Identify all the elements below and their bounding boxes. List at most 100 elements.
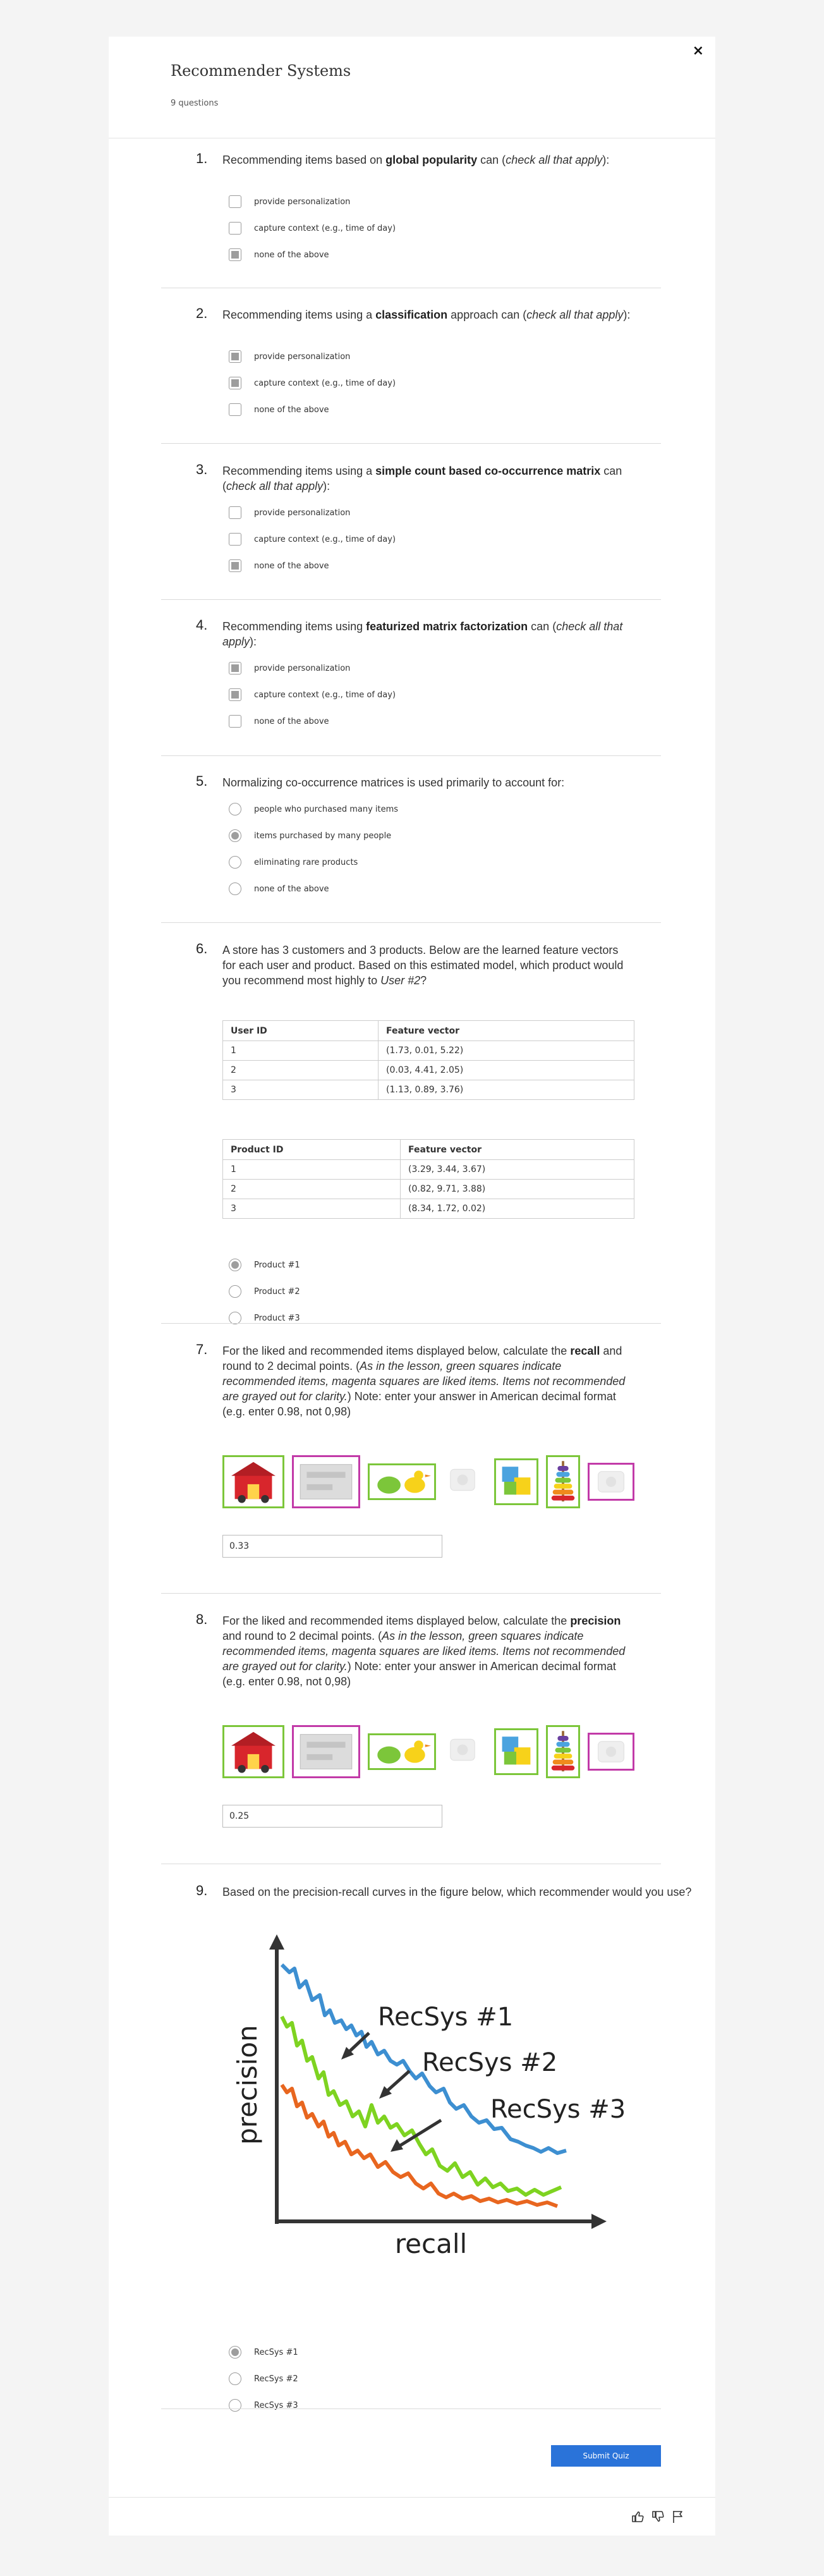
checkbox[interactable] bbox=[229, 506, 241, 519]
question-text: For the liked and recommended items disp… bbox=[222, 1615, 626, 1688]
barn-toy-image bbox=[231, 1731, 276, 1773]
radio-button[interactable] bbox=[229, 2399, 241, 2412]
option-product-2[interactable]: Product #2 bbox=[229, 1283, 300, 1300]
option-recsys-1[interactable]: RecSys #1 bbox=[229, 2344, 298, 2360]
option-provide-personalization[interactable]: provide personalization bbox=[229, 660, 350, 676]
question-divider bbox=[161, 755, 661, 756]
item-thumbnail-blocks-toy bbox=[494, 1728, 538, 1775]
question-number: 8. bbox=[196, 1611, 208, 1627]
radio-button[interactable] bbox=[229, 829, 241, 842]
radio-button[interactable] bbox=[229, 1285, 241, 1298]
recall-answer-input[interactable] bbox=[222, 1535, 442, 1558]
option-recsys-3[interactable]: RecSys #3 bbox=[229, 2397, 298, 2414]
option-none-of-the-above[interactable]: none of the above bbox=[229, 401, 329, 418]
recsys-2-label: RecSys #2 bbox=[422, 2048, 557, 2077]
question-divider bbox=[161, 922, 661, 923]
thumbs-up-icon[interactable] bbox=[631, 2510, 645, 2524]
checkbox[interactable] bbox=[229, 688, 241, 701]
option-none-of-the-above[interactable]: none of the above bbox=[229, 881, 329, 897]
option-none-of-the-above[interactable]: none of the above bbox=[229, 558, 329, 574]
option-capture-context[interactable]: capture context (e.g., time of day) bbox=[229, 531, 396, 547]
checkbox[interactable] bbox=[229, 377, 241, 389]
question-count: 9 questions bbox=[171, 99, 219, 108]
checkbox[interactable] bbox=[229, 559, 241, 572]
item-thumbnail-faded-item bbox=[442, 1732, 487, 1771]
quiz-card: × Recommender Systems 9 questions 1. Rec… bbox=[109, 37, 715, 2536]
x-axis-label: recall bbox=[395, 2228, 467, 2259]
option-items-purchased-by-many-people[interactable]: items purchased by many people bbox=[229, 827, 391, 844]
radio-button[interactable] bbox=[229, 2346, 241, 2359]
thumbs-down-icon[interactable] bbox=[651, 2510, 665, 2524]
radio-button[interactable] bbox=[229, 1259, 241, 1271]
precision-answer-input[interactable] bbox=[222, 1805, 442, 1828]
radio-button[interactable] bbox=[229, 803, 241, 815]
barn-toy-image bbox=[231, 1462, 276, 1503]
radio-button[interactable] bbox=[229, 2372, 241, 2385]
checkbox[interactable] bbox=[229, 248, 241, 261]
option-product-3[interactable]: Product #3 bbox=[229, 1310, 300, 1326]
item-thumbnail-duck-toy bbox=[368, 1733, 436, 1770]
question-number: 9. bbox=[196, 1883, 208, 1898]
faded-item-image bbox=[598, 1741, 624, 1762]
recsys-3-label: RecSys #3 bbox=[490, 2095, 626, 2124]
option-recsys-2[interactable]: RecSys #2 bbox=[229, 2371, 298, 2387]
product-feature-table: Product ID Feature vector 1 (3.29, 3.44, 3… bbox=[222, 1139, 634, 1219]
question-text: A store has 3 customers and 3 products. … bbox=[222, 944, 624, 987]
checkbox[interactable] bbox=[229, 403, 241, 416]
item-thumbnail-ring-stacker-toy bbox=[546, 1725, 580, 1778]
question-divider bbox=[161, 599, 661, 600]
question-number: 6. bbox=[196, 941, 208, 956]
table-row: 1 (3.29, 3.44, 3.67) bbox=[222, 1159, 634, 1180]
radio-button[interactable] bbox=[229, 882, 241, 895]
checkbox[interactable] bbox=[229, 662, 241, 675]
table-row: 3 (1.13, 0.89, 3.76) bbox=[222, 1080, 634, 1100]
checkbox[interactable] bbox=[229, 350, 241, 363]
option-capture-context[interactable]: capture context (e.g., time of day) bbox=[229, 687, 396, 703]
checkbox[interactable] bbox=[229, 533, 241, 546]
option-none-of-the-above[interactable]: none of the above bbox=[229, 713, 329, 729]
item-thumbnail-barn-toy bbox=[222, 1455, 284, 1508]
y-axis-arrow bbox=[269, 1934, 284, 1950]
checkbox[interactable] bbox=[229, 715, 241, 728]
question-divider bbox=[161, 443, 661, 444]
question-text: Recommending items using featurized matr… bbox=[222, 620, 623, 648]
question-number: 3. bbox=[196, 461, 208, 477]
option-people-who-purchased-many-items[interactable]: people who purchased many items bbox=[229, 801, 398, 817]
ring-stacker-toy-image bbox=[551, 1461, 575, 1502]
option-capture-context[interactable]: capture context (e.g., time of day) bbox=[229, 220, 396, 236]
question-text: Recommending items using a classificatio… bbox=[222, 308, 631, 321]
option-provide-personalization[interactable]: provide personalization bbox=[229, 348, 350, 365]
option-provide-personalization[interactable]: provide personalization bbox=[229, 193, 350, 210]
question-number: 5. bbox=[196, 773, 208, 789]
option-capture-context[interactable]: capture context (e.g., time of day) bbox=[229, 375, 396, 391]
checkbox[interactable] bbox=[229, 222, 241, 235]
flag-icon[interactable] bbox=[671, 2510, 685, 2524]
close-icon[interactable]: × bbox=[693, 43, 704, 59]
question-number: 4. bbox=[196, 617, 208, 633]
option-none-of-the-above[interactable]: none of the above bbox=[229, 247, 329, 263]
blocks-toy-image bbox=[502, 1467, 531, 1495]
submit-quiz-button[interactable]: Submit Quiz bbox=[551, 2445, 661, 2467]
ring-stacker-toy-image bbox=[551, 1731, 575, 1772]
radio-button[interactable] bbox=[229, 1312, 241, 1324]
item-thumbnail-ring-stacker-toy bbox=[546, 1455, 580, 1508]
item-thumbnail-barn-toy bbox=[222, 1725, 284, 1778]
table-row: 2 (0.82, 9.71, 3.88) bbox=[222, 1179, 634, 1199]
x-axis-arrow bbox=[591, 2214, 607, 2229]
table-row: 1 (1.73, 0.01, 5.22) bbox=[222, 1041, 634, 1061]
table-row: 2 (0.03, 4.41, 2.05) bbox=[222, 1060, 634, 1080]
faded-item-image bbox=[598, 1471, 624, 1492]
question-divider bbox=[161, 1593, 661, 1594]
option-eliminating-rare-products[interactable]: eliminating rare products bbox=[229, 854, 358, 870]
question-divider bbox=[161, 2408, 661, 2409]
option-provide-personalization[interactable]: provide personalization bbox=[229, 504, 350, 521]
blocks-toy-image bbox=[502, 1737, 531, 1765]
faded-item-image bbox=[450, 1468, 475, 1491]
precision-recall-figure: precision recall RecSys #1 RecSys #2 Rec… bbox=[232, 1934, 626, 2259]
checkbox[interactable] bbox=[229, 195, 241, 208]
item-thumbnail-duck-toy bbox=[368, 1463, 436, 1500]
option-product-1[interactable]: Product #1 bbox=[229, 1257, 300, 1273]
radio-button[interactable] bbox=[229, 856, 241, 869]
question-text: Recommending items using a simple count … bbox=[222, 465, 622, 492]
question-number: 7. bbox=[196, 1341, 208, 1357]
